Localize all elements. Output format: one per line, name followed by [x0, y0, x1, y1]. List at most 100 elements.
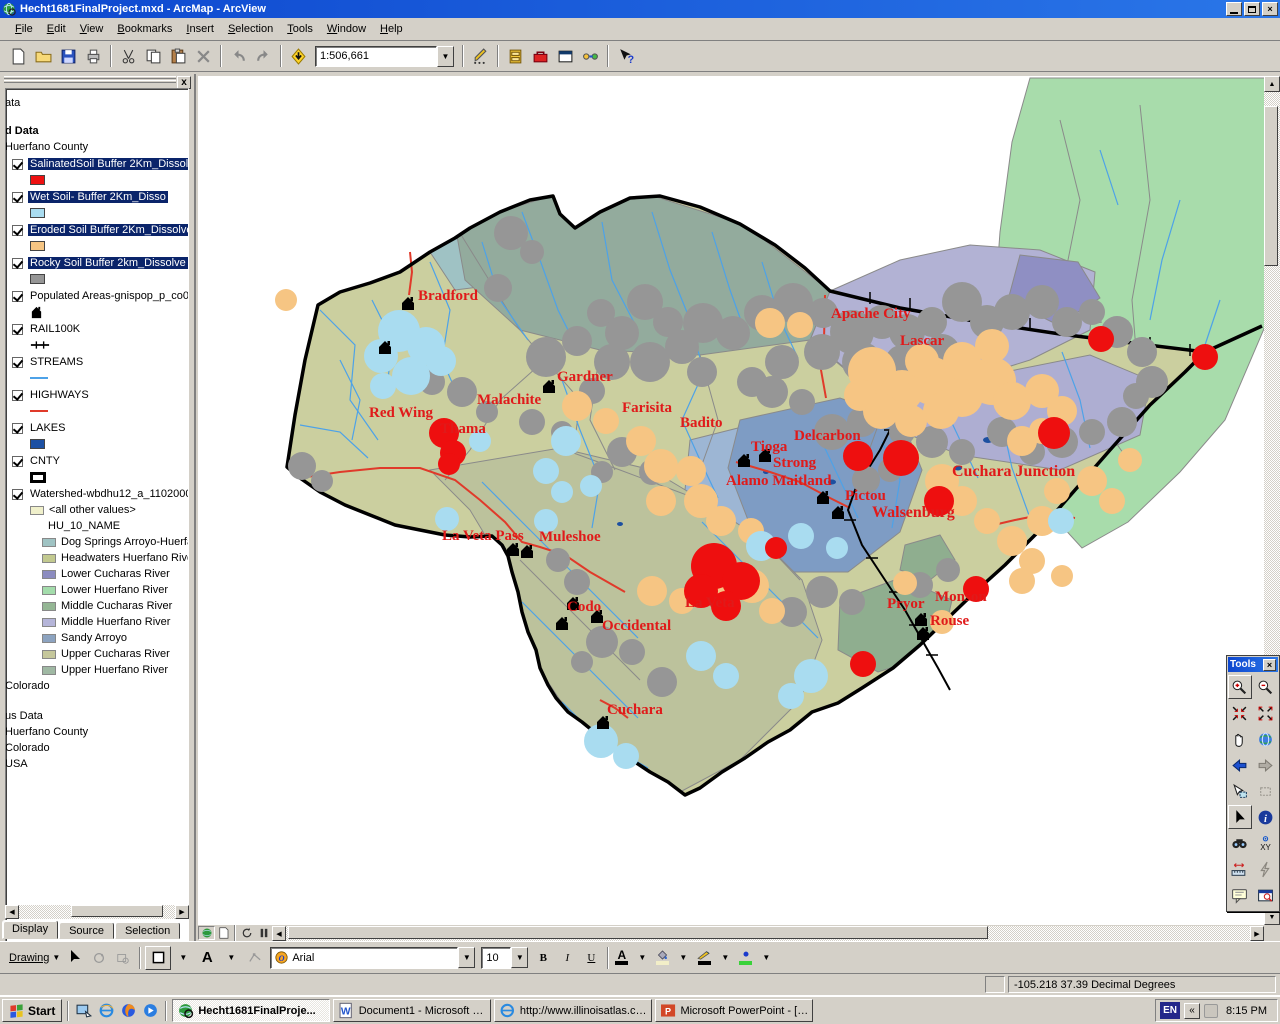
zoom-in-tool[interactable]	[1228, 675, 1252, 699]
toc-horizontal-scrollbar[interactable]: ◀ ▶	[5, 905, 189, 919]
hyperlink-tool[interactable]	[1254, 857, 1278, 881]
layer-swatch[interactable]	[30, 439, 45, 449]
layer-swatch[interactable]	[30, 472, 46, 483]
scale-dropdown-icon[interactable]: ▼	[437, 46, 454, 67]
font-combo[interactable]: O Arial ▼	[270, 947, 475, 969]
select-features-tool[interactable]	[1228, 779, 1252, 803]
select-elements-tool[interactable]	[1228, 805, 1252, 829]
layer-name[interactable]: Watershed-wbdhu12_a_11020006	[28, 488, 189, 500]
layout-view-button[interactable]	[215, 926, 232, 940]
layer-swatch[interactable]	[30, 241, 45, 251]
toc-layer[interactable]: Rocky Soil Buffer 2km_Dissolve	[6, 255, 188, 271]
full-extent-tool[interactable]	[1254, 727, 1278, 751]
tab-source[interactable]: Source	[59, 922, 114, 939]
menu-tools[interactable]: Tools	[280, 20, 320, 38]
redo-button[interactable]	[251, 44, 276, 69]
layer-name[interactable]: Eroded Soil Buffer 2Km_Dissolve	[28, 224, 189, 236]
pause-drawing-button[interactable]	[255, 926, 272, 940]
menu-file[interactable]: File	[8, 20, 40, 38]
new-document-button[interactable]	[6, 44, 31, 69]
map-scale-combo[interactable]: 1:506,661▼	[315, 46, 454, 67]
select-elements-tool[interactable]	[63, 946, 87, 970]
scroll-right-icon[interactable]: ▶	[175, 905, 189, 919]
go-to-xy-tool[interactable]: XY	[1254, 831, 1278, 855]
magnifier-window-tool[interactable]	[1254, 883, 1278, 907]
tray-collapse-button[interactable]: «	[1184, 1003, 1200, 1019]
menu-insert[interactable]: Insert	[179, 20, 221, 38]
panel-grab-handle[interactable]	[4, 76, 176, 79]
pan-tool[interactable]	[1228, 727, 1252, 751]
font-size-combo[interactable]: 10 ▼	[481, 947, 528, 969]
panel-grab-handle[interactable]	[4, 80, 176, 83]
scroll-track[interactable]	[286, 926, 1250, 941]
toc-layer[interactable]: SalinatedSoil Buffer 2Km_Dissolve	[6, 156, 188, 172]
layer-name[interactable]: Wet Soil- Buffer 2Km_Disso	[28, 191, 168, 203]
line-color-dropdown[interactable]: ▼	[713, 946, 737, 970]
toc-layer[interactable]: RAIL100K	[6, 321, 188, 337]
font-color-dropdown[interactable]: ▼	[630, 946, 654, 970]
tray-app-icon[interactable]	[1204, 1004, 1218, 1018]
find-tool[interactable]	[1228, 831, 1252, 855]
cut-button[interactable]	[116, 44, 141, 69]
menu-selection[interactable]: Selection	[221, 20, 280, 38]
scroll-left-icon[interactable]: ◀	[5, 905, 19, 919]
layer-checkbox[interactable]	[12, 423, 23, 434]
text-tool-dropdown[interactable]: ▼	[219, 946, 243, 970]
zoom-to-selected-tool[interactable]	[111, 946, 135, 970]
toc-layer[interactable]: LAKES	[6, 420, 188, 436]
tab-display[interactable]: Display	[2, 920, 58, 939]
layer-swatch[interactable]	[30, 274, 45, 284]
paste-button[interactable]	[166, 44, 191, 69]
font-color-button[interactable]: A	[613, 946, 630, 970]
text-tool[interactable]: A	[195, 946, 219, 970]
rotate-tool[interactable]	[87, 946, 111, 970]
layer-name[interactable]: HIGHWAYS	[28, 389, 91, 401]
tab-selection[interactable]: Selection	[115, 922, 180, 939]
shape-tool[interactable]	[145, 946, 171, 970]
toc-layer[interactable]: STREAMS	[6, 354, 188, 370]
restore-button[interactable]	[1244, 2, 1260, 16]
map-horizontal-scrollbar[interactable]: ◀ ▶	[198, 925, 1264, 941]
task-button[interactable]: http://www.illinoisatlas.co...	[494, 999, 652, 1022]
minimize-button[interactable]	[1226, 2, 1242, 16]
layer-swatch[interactable]	[30, 377, 48, 379]
toc-layer[interactable]: CNTY	[6, 453, 188, 469]
save-button[interactable]	[56, 44, 81, 69]
font-dropdown-icon[interactable]: ▼	[458, 947, 475, 968]
editor-sketch-button[interactable]	[468, 44, 493, 69]
map-canvas[interactable]: BradfordApache CityLascarGardnerMalachit…	[198, 76, 1264, 925]
italic-button[interactable]: I	[555, 946, 579, 970]
menu-edit[interactable]: Edit	[40, 20, 73, 38]
font-size-dropdown-icon[interactable]: ▼	[511, 947, 528, 968]
add-data-button[interactable]	[286, 44, 311, 69]
forward-extent-tool[interactable]	[1254, 753, 1278, 777]
layer-checkbox[interactable]	[12, 291, 23, 302]
menu-help[interactable]: Help	[373, 20, 410, 38]
layer-checkbox[interactable]	[12, 357, 23, 368]
layer-name[interactable]: RAIL100K	[28, 323, 82, 335]
scroll-thumb[interactable]	[1264, 106, 1278, 266]
layer-name[interactable]: Rocky Soil Buffer 2km_Dissolve	[28, 257, 188, 269]
tools-palette-titlebar[interactable]: Tools ×	[1228, 657, 1278, 672]
delete-button[interactable]	[191, 44, 216, 69]
identify-tool[interactable]: i	[1254, 805, 1278, 829]
layer-checkbox[interactable]	[12, 390, 23, 401]
toc-layer[interactable]: Eroded Soil Buffer 2Km_Dissolve	[6, 222, 188, 238]
layer-swatch[interactable]	[30, 208, 45, 218]
layer-swatch[interactable]	[30, 175, 45, 185]
scroll-right-icon[interactable]: ▶	[1250, 926, 1264, 941]
layer-name[interactable]: LAKES	[28, 422, 67, 434]
fixed-zoom-out-tool[interactable]	[1254, 701, 1278, 725]
clear-selected-tool[interactable]	[1254, 779, 1278, 803]
refresh-view-button[interactable]	[238, 926, 255, 940]
html-popup-tool[interactable]	[1228, 883, 1252, 907]
copy-button[interactable]	[141, 44, 166, 69]
print-button[interactable]	[81, 44, 106, 69]
data-view-button[interactable]	[198, 926, 215, 940]
toc-layer[interactable]: Watershed-wbdhu12_a_11020006	[6, 486, 188, 502]
layer-checkbox[interactable]	[12, 456, 23, 467]
close-button[interactable]: ×	[1262, 2, 1278, 16]
toc-layer[interactable]: HIGHWAYS	[6, 387, 188, 403]
task-button[interactable]: WDocument1 - Microsoft W...	[333, 999, 491, 1022]
bold-button[interactable]: B	[531, 946, 555, 970]
